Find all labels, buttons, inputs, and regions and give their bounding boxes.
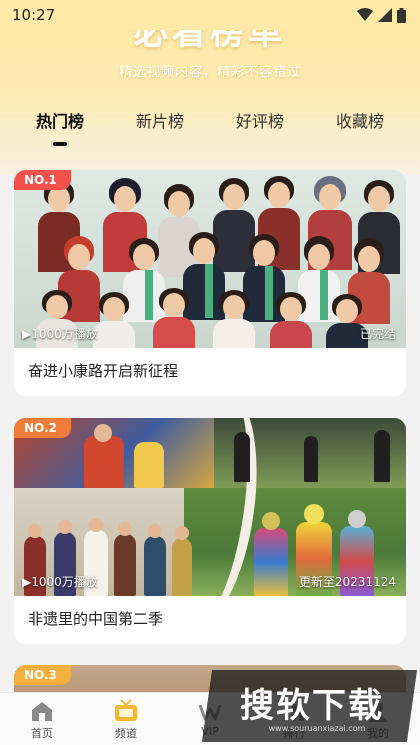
signal-icon bbox=[378, 8, 392, 22]
video-card[interactable]: NO.2 ▶1000万播放 更新至20231124 非遗里的中国第二季 bbox=[14, 418, 406, 644]
rank-badge: NO.3 bbox=[14, 665, 71, 685]
rank-badge: NO.2 bbox=[14, 418, 71, 438]
tab-hot[interactable]: 热门榜 bbox=[15, 108, 105, 148]
tab-favorites[interactable]: 收藏榜 bbox=[315, 108, 405, 148]
status-icons bbox=[357, 7, 406, 23]
tab-favorites-label: 收藏榜 bbox=[335, 112, 384, 131]
play-count: ▶1000万播放 bbox=[22, 327, 98, 341]
tab-top-rated[interactable]: 好评榜 bbox=[215, 108, 305, 148]
tab-active-indicator bbox=[53, 142, 67, 146]
wifi-icon bbox=[357, 8, 373, 21]
rank-badge: NO.1 bbox=[14, 170, 71, 190]
watermark-url: www.souruanxiazai.com bbox=[268, 724, 366, 733]
video-title[interactable]: 奋进小康路开启新征程 bbox=[28, 360, 178, 381]
watermark-logo: 搜软下载 bbox=[240, 686, 384, 726]
status-bar: 10:27 bbox=[0, 0, 420, 30]
nav-channel-label: 频道 bbox=[115, 727, 137, 740]
battery-icon bbox=[397, 7, 406, 23]
video-title[interactable]: 非遗里的中国第二季 bbox=[28, 608, 163, 629]
video-card[interactable]: NO.1 ▶1000万播放 已完结 奋进小康路开启新征程 bbox=[14, 170, 406, 396]
play-count: ▶1000万播放 bbox=[22, 575, 98, 589]
nav-channel[interactable]: 频道 bbox=[91, 699, 161, 741]
tab-hot-label: 热门榜 bbox=[35, 112, 84, 131]
video-thumbnail[interactable]: NO.1 ▶1000万播放 已完结 bbox=[14, 170, 406, 348]
tv-icon bbox=[115, 699, 137, 721]
nav-home-label: 首页 bbox=[31, 727, 53, 740]
update-status: 更新至20231124 bbox=[298, 575, 396, 589]
ranking-tabs: 热门榜 新片榜 好评榜 收藏榜 bbox=[0, 108, 420, 152]
poster-image bbox=[14, 418, 406, 596]
page-subtitle: 精选视频内容，精彩不容错过 bbox=[118, 65, 301, 80]
home-icon bbox=[32, 702, 52, 721]
tab-new-label: 新片榜 bbox=[135, 112, 184, 131]
nav-home[interactable]: 首页 bbox=[7, 699, 77, 741]
tab-top-rated-label: 好评榜 bbox=[235, 112, 284, 131]
tab-new[interactable]: 新片榜 bbox=[115, 108, 205, 148]
update-status: 已完结 bbox=[359, 327, 396, 341]
status-time: 10:27 bbox=[12, 6, 56, 24]
poster-image bbox=[14, 170, 406, 348]
video-thumbnail[interactable]: NO.2 ▶1000万播放 更新至20231124 bbox=[14, 418, 406, 596]
